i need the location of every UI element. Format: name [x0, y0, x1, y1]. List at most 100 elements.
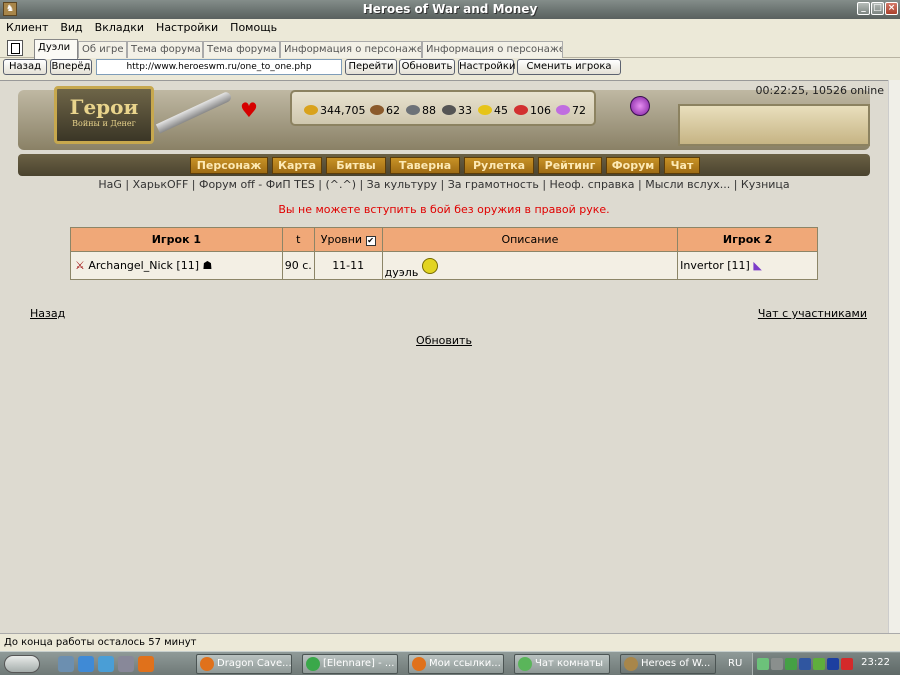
tab-about-game[interactable]: Об игре [78, 41, 127, 58]
cell-player2: Invertor [11] ◣ [677, 251, 818, 280]
gold-icon [304, 105, 318, 115]
ore-icon [406, 105, 420, 115]
logo-title: Герои [69, 95, 139, 119]
mercury-icon [442, 105, 456, 115]
taskbar-item-my-links[interactable]: Мои ссылки... [408, 654, 504, 674]
resource-mercury: 33 [442, 104, 472, 117]
vertical-scrollbar[interactable] [888, 80, 900, 633]
menu-client[interactable]: Клиент [0, 19, 54, 34]
back-button[interactable]: Назад [3, 59, 47, 75]
resource-wood: 62 [370, 104, 400, 117]
nav-rating[interactable]: Рейтинг [538, 157, 602, 174]
start-button[interactable] [4, 655, 40, 673]
quicklaunch-ie-icon[interactable] [78, 656, 94, 672]
url-input[interactable]: http://www.heroeswm.ru/one_to_one.php [96, 59, 342, 75]
cell-player1: ⚔ Archangel_Nick [11] ☗ [70, 251, 283, 280]
refresh-link-text[interactable]: Обновить [416, 334, 472, 347]
new-tab-icon[interactable] [7, 40, 23, 56]
resource-sulfur: 45 [478, 104, 508, 117]
quicklaunch-desktop-icon[interactable] [58, 656, 74, 672]
nav-map[interactable]: Карта [272, 157, 322, 174]
tab-forum-topic-2[interactable]: Тема форума [203, 41, 280, 58]
smiley-icon [421, 258, 438, 274]
window-title: Heroes of War and Money [362, 2, 538, 16]
nav-chat[interactable]: Чат [664, 157, 700, 174]
clan-icon: ⚔ [75, 259, 85, 272]
taskbar-clock: 23:22 [861, 657, 890, 668]
levels-checkbox[interactable]: ✔ [365, 236, 376, 246]
close-button[interactable]: × [885, 2, 898, 15]
system-tray: 23:22 [752, 653, 900, 675]
wood-icon [370, 105, 384, 115]
resource-wood-value: 62 [386, 104, 400, 117]
cell-levels: 11-11 [313, 251, 383, 280]
quick-links[interactable]: HaG | ХарькOFF | Форум off - ФиП TES | (… [0, 178, 888, 191]
switch-player-button[interactable]: Сменить игрока [517, 59, 621, 75]
logo-subtitle: Войны и Денег [72, 119, 136, 128]
taskbar-item-elennare[interactable]: [Elennare] - ... [302, 654, 398, 674]
tray-monitor-icon[interactable] [799, 658, 811, 670]
maximize-button[interactable]: □ [871, 2, 884, 15]
nav-character[interactable]: Персонаж [190, 157, 268, 174]
refresh-button[interactable]: Обновить [399, 59, 455, 75]
tray-ru-icon[interactable] [827, 658, 839, 670]
menu-bar: Клиент Вид Вкладки Настройки Помощь [0, 19, 900, 36]
quicklaunch-app-icon[interactable] [118, 656, 134, 672]
taskbar-item-label: Мои ссылки... [429, 658, 501, 669]
nav-forum[interactable]: Форум [606, 157, 660, 174]
wizard-hat-icon: ◣ [753, 259, 762, 272]
taskbar-item-label: [Elennare] - ... [323, 658, 395, 669]
go-button[interactable]: Перейти [345, 59, 397, 75]
resource-gold: 344,705 [304, 104, 366, 117]
tab-character-info-1[interactable]: Информация о персонаже [280, 41, 422, 58]
tray-antivirus-icon[interactable] [841, 658, 853, 670]
title-bar: ♞ Heroes of War and Money _ □ × [0, 0, 900, 19]
tab-character-info-2[interactable]: Информация о персонаже [422, 41, 563, 58]
menu-view[interactable]: Вид [54, 19, 88, 34]
chat-with-participants-link[interactable]: Чат с участниками [758, 307, 867, 320]
taskbar-item-room-chat[interactable]: Чат комнаты [514, 654, 610, 674]
nav-bar: Назад Вперёд http://www.heroeswm.ru/one_… [0, 58, 900, 77]
tray-network-icon[interactable] [771, 658, 783, 670]
potion-icon[interactable] [630, 96, 650, 116]
tray-chat-icon[interactable] [757, 658, 769, 670]
quicklaunch-firefox-icon[interactable] [138, 656, 154, 672]
back-link[interactable]: Назад [30, 307, 65, 320]
chat-icon [306, 657, 320, 671]
cell-time: 90 с. [281, 251, 315, 280]
nav-roulette[interactable]: Рулетка [464, 157, 534, 174]
cell-description: дуэль [381, 251, 679, 280]
refresh-link: Обновить [0, 334, 888, 347]
game-logo[interactable]: Герои Войны и Денег [54, 86, 154, 144]
quicklaunch-browser-icon[interactable] [98, 656, 114, 672]
header-description: Описание [381, 227, 679, 252]
player1-name[interactable]: Archangel_Nick [11] [88, 259, 199, 272]
nav-tavern[interactable]: Таверна [390, 157, 460, 174]
tab-bar: Дуэли Об игре Тема форума Тема форума Ин… [0, 37, 900, 59]
gems-icon [556, 105, 570, 115]
menu-tabs[interactable]: Вкладки [89, 19, 150, 34]
resource-gems: 72 [556, 104, 586, 117]
header-levels: Уровни ✔ [313, 227, 383, 252]
page-content: Герои Войны и Денег ♥ 344,705 62 88 33 4… [0, 80, 888, 633]
forward-button[interactable]: Вперёд [50, 59, 92, 75]
header-time: t [281, 227, 315, 252]
resources-panel: 344,705 62 88 33 45 106 72 [290, 90, 596, 126]
taskbar-item-label: Dragon Cave... [217, 658, 292, 669]
tray-agent-icon[interactable] [785, 658, 797, 670]
weapon-warning: Вы не можете вступить в бой без оружия в… [278, 203, 610, 216]
language-indicator[interactable]: RU [728, 658, 742, 669]
taskbar-item-heroes[interactable]: Heroes of W... [620, 654, 716, 674]
taskbar-item-dragon-cave[interactable]: Dragon Cave... [196, 654, 292, 674]
tab-forum-topic-1[interactable]: Тема форума [127, 41, 203, 58]
nav-battles[interactable]: Битвы [326, 157, 386, 174]
menu-help[interactable]: Помощь [224, 19, 283, 34]
minimize-button[interactable]: _ [857, 2, 870, 15]
heart-icon[interactable]: ♥ [240, 98, 258, 122]
player2-name[interactable]: Invertor [11] [680, 259, 750, 272]
resource-ore: 88 [406, 104, 436, 117]
menu-settings[interactable]: Настройки [150, 19, 224, 34]
tray-app-icon[interactable] [813, 658, 825, 670]
tab-duels[interactable]: Дуэли [34, 39, 78, 59]
settings-button[interactable]: Настройки [458, 59, 515, 75]
